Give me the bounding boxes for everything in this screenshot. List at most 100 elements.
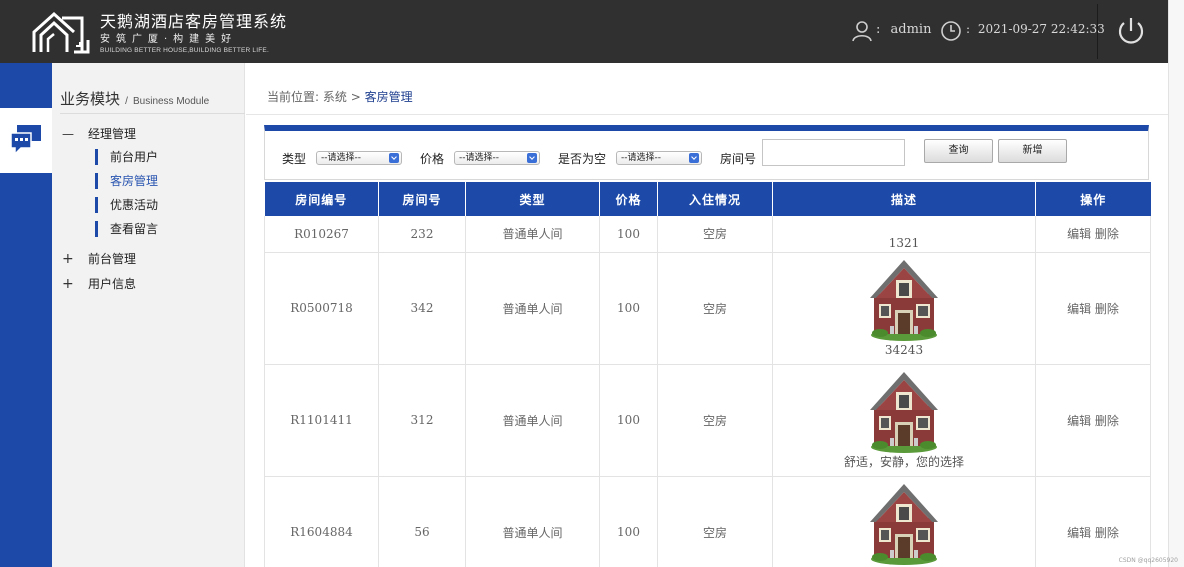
breadcrumb: 当前位置: 系统 > 客房管理 [267, 88, 413, 105]
watermark-text: CSDN @qq2605920 [1118, 557, 1178, 564]
sidebar-item-front-desk-users[interactable]: 前台用户 [95, 149, 158, 165]
actions-cell: 编辑 删除 [1035, 216, 1151, 253]
search-button[interactable]: 查询 [924, 139, 993, 163]
delete-link[interactable]: 删除 [1095, 227, 1119, 241]
price-cell: 100 [599, 364, 658, 477]
column-header: 价格 [599, 182, 658, 216]
menu-group-manager[interactable]: — 经理管理 [62, 125, 136, 142]
actions-cell: 编辑 删除 [1035, 476, 1151, 567]
logout-power-icon[interactable] [1113, 13, 1149, 49]
delete-link[interactable]: 删除 [1095, 302, 1119, 316]
table-row: R0500718 342 普通单人间 100 空房 34243 编辑 删除 [264, 252, 1151, 365]
expand-plus-icon: + [62, 251, 74, 267]
column-header: 房间编号 [264, 182, 379, 216]
user-icon [852, 21, 872, 42]
column-header: 描述 [772, 182, 1036, 216]
price-cell: 100 [599, 216, 658, 253]
breadcrumb-system[interactable]: 系统 [323, 90, 347, 104]
sidebar-item-promotions[interactable]: 优惠活动 [95, 197, 158, 213]
column-header: 操作 [1035, 182, 1151, 216]
room-number-input[interactable] [762, 139, 905, 166]
menu-group-label: 经理管理 [88, 127, 137, 141]
room-type-cell: 普通单人间 [465, 252, 600, 365]
breadcrumb-separator: > [350, 90, 361, 104]
sidebar-item-room-management[interactable]: 客房管理 [95, 173, 158, 189]
room-type-cell: 普通单人间 [465, 216, 600, 253]
menu-group-label: 前台管理 [88, 252, 137, 266]
column-header: 房间号 [378, 182, 466, 216]
module-title: 业务模块 / Business Module [60, 88, 245, 114]
vacant-select-value: --请选择-- [621, 153, 661, 163]
edit-link[interactable]: 编辑 [1067, 414, 1091, 428]
house-image [870, 371, 938, 453]
user-separator: : [876, 22, 881, 37]
chat-bubbles-icon [10, 125, 41, 155]
logo-text-block: 天鹅湖酒店客房管理系统 安筑广厦·构建美好 BUILDING BETTER HO… [100, 12, 287, 55]
sidebar: 业务模块 / Business Module — 经理管理 前台用户 客房管理 优… [52, 63, 245, 567]
room-id-cell: R010267 [264, 216, 379, 253]
room-number-cell: 56 [378, 476, 466, 567]
delete-link[interactable]: 删除 [1095, 414, 1119, 428]
app-title: 天鹅湖酒店客房管理系统 [100, 12, 288, 31]
add-button[interactable]: 新增 [998, 139, 1067, 163]
datetime-separator: : [966, 22, 971, 36]
description-cell: 舒适，安静，您的选择 [772, 364, 1036, 477]
room-number-filter-label: 房间号 [720, 152, 757, 166]
breadcrumb-prefix: 当前位置: [267, 90, 320, 104]
module-title-en: Business Module [132, 96, 210, 107]
price-cell: 100 [599, 252, 658, 365]
delete-link[interactable]: 删除 [1095, 526, 1119, 540]
price-select[interactable]: --请选择-- [454, 151, 540, 165]
vacant-filter-label: 是否为空 [558, 152, 607, 166]
edit-link[interactable]: 编辑 [1067, 526, 1091, 540]
current-datetime: : 2021-09-27 22:42:33 [966, 22, 1105, 36]
house-image [870, 259, 938, 341]
price-select-value: --请选择-- [459, 153, 499, 163]
actions-cell: 编辑 删除 [1035, 364, 1151, 477]
description-cell: 34243 [772, 252, 1036, 365]
menu-group-user-info[interactable]: + 用户信息 [62, 275, 136, 292]
room-number-cell: 342 [378, 252, 466, 365]
price-cell: 100 [599, 476, 658, 567]
app-slogan-english: BUILDING BETTER HOUSE,BUILDING BETTER LI… [100, 47, 269, 54]
select-arrow-icon [389, 153, 399, 163]
select-arrow-icon [689, 153, 699, 163]
edit-link[interactable]: 编辑 [1067, 302, 1091, 316]
collapse-minus-icon: — [62, 127, 74, 141]
room-id-cell: R0500718 [264, 252, 379, 365]
edit-link[interactable]: 编辑 [1067, 227, 1091, 241]
clock-icon [941, 21, 961, 41]
status-cell: 空房 [657, 252, 773, 365]
menu-group-front-desk[interactable]: + 前台管理 [62, 250, 136, 267]
sidebar-item-messages[interactable]: 查看留言 [95, 221, 158, 237]
filter-panel: 类型 --请选择-- 价格 --请选择-- 是否为空 --请选择-- 房间号 查… [264, 125, 1149, 180]
house-image [870, 483, 938, 565]
module-icon-bar [0, 63, 52, 567]
description-cell [772, 476, 1036, 567]
breadcrumb-current: 客房管理 [364, 90, 413, 104]
type-select[interactable]: --请选择-- [316, 151, 402, 165]
table-header-row: 房间编号 房间号 类型 价格 入住情况 描述 操作 [264, 182, 1151, 216]
description-text: 1321 [888, 235, 920, 250]
module-title-cn: 业务模块 [60, 90, 121, 108]
status-cell: 空房 [657, 216, 773, 253]
menu-group-label: 用户信息 [88, 277, 137, 291]
room-type-cell: 普通单人间 [465, 364, 600, 477]
type-filter-label: 类型 [282, 152, 307, 166]
table-row: R010267 232 普通单人间 100 空房 1321 编辑 删除 [264, 216, 1151, 253]
room-number-cell: 312 [378, 364, 466, 477]
app-slogan: 安筑广厦·构建美好 [100, 34, 238, 45]
table-row: R1101411 312 普通单人间 100 空房 舒适，安静，您的选择 编辑 … [264, 364, 1151, 477]
description-text: 舒适，安静，您的选择 [843, 454, 964, 469]
description-text: 34243 [884, 342, 924, 357]
module-title-separator: / [125, 96, 128, 107]
room-number-cell: 232 [378, 216, 466, 253]
username: admin [890, 22, 932, 37]
room-type-cell: 普通单人间 [465, 476, 600, 567]
header-divider [1097, 4, 1098, 59]
current-user: : admin [876, 22, 931, 37]
vacant-select[interactable]: --请选择-- [616, 151, 702, 165]
window-scrollbar[interactable] [1168, 0, 1184, 567]
module-tab-business[interactable] [0, 108, 52, 173]
type-select-value: --请选择-- [321, 153, 361, 163]
